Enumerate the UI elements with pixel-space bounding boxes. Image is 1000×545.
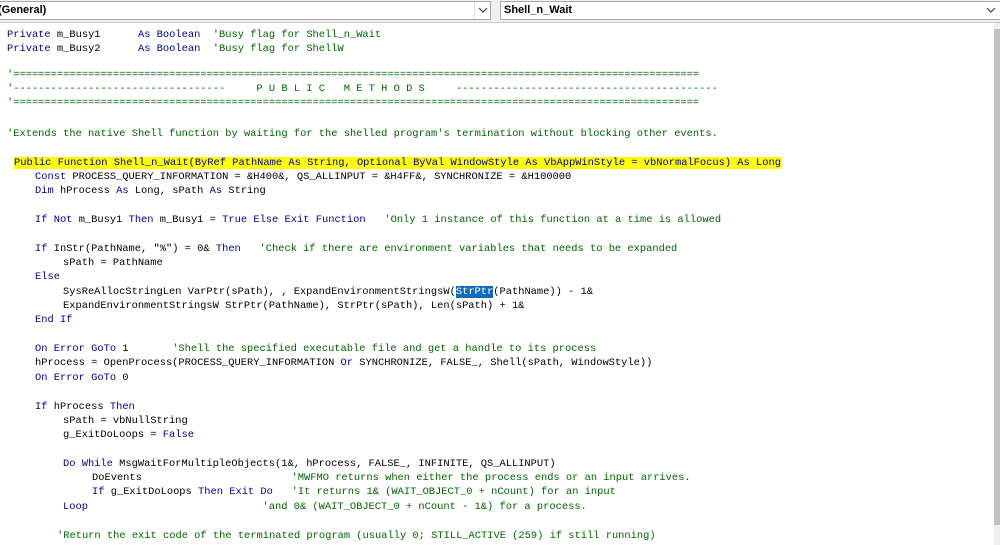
code-line-doevents: DoEvents 'MWFMO returns when either the …	[92, 472, 691, 484]
code-comment-separator: '=======================================…	[7, 97, 700, 109]
code-line-busy1-declaration: Private m_Busy1 As Boolean 'Busy flag fo…	[7, 29, 382, 41]
chevron-down-icon[interactable]	[983, 2, 999, 19]
code-line-on-error-1: On Error GoTo 1 'Shell the specified exe…	[35, 343, 597, 355]
code-line-on-error-0: On Error GoTo 0	[35, 372, 129, 384]
code-line-exit-do: If g_ExitDoLoops Then Exit Do 'It return…	[92, 486, 616, 498]
code-line-exit-flag: g_ExitDoLoops = False	[63, 429, 194, 441]
code-comment-separator: '=======================================…	[7, 69, 700, 81]
procedure-dropdown[interactable]: Shell_n_Wait	[500, 1, 1000, 20]
code-line-function-declaration: Public Function Shell_n_Wait(ByRef PathN…	[14, 156, 781, 170]
code-line-busy2-declaration: Private m_Busy2 As Boolean 'Busy flag fo…	[7, 43, 344, 55]
object-dropdown-value: (General)	[0, 4, 47, 16]
code-line-else: Else	[35, 271, 60, 283]
code-comment-function-description: 'Extends the native Shell function by wa…	[7, 128, 718, 140]
code-line-if-hprocess: If hProcess Then	[35, 401, 135, 413]
code-line-busy-check: If Not m_Busy1 Then m_Busy1 = True Else …	[35, 214, 722, 226]
code-line-loop: Loop 'and 0& (WAIT_OBJECT_0 + nCount - 1…	[63, 501, 587, 513]
object-dropdown[interactable]: (General)	[0, 1, 491, 20]
execution-highlight: Public Function Shell_n_Wait(ByRef PathN…	[14, 157, 781, 169]
code-line-open-process: hProcess = OpenProcess(PROCESS_QUERY_INF…	[35, 357, 653, 369]
scrollbar-thumb[interactable]	[994, 29, 1000, 525]
code-line-end-if: End If	[35, 314, 73, 326]
procedure-dropdown-value: Shell_n_Wait	[504, 4, 573, 16]
code-line-dim: Dim hProcess As Long, sPath As String	[35, 185, 266, 197]
code-line-expand-env: ExpandEnvironmentStringsW StrPtr(PathNam…	[63, 300, 525, 312]
code-comment-return-exit-code: 'Return the exit code of the terminated …	[57, 530, 656, 542]
code-editor[interactable]: Private m_Busy1 As Boolean 'Busy flag fo…	[0, 23, 994, 545]
code-line-spath-assign: sPath = PathName	[63, 257, 163, 269]
code-comment-section-header: '---------------------------------- P U …	[7, 83, 718, 95]
code-line-const: Const PROCESS_QUERY_INFORMATION = &H400&…	[35, 171, 572, 183]
code-line-instr-check: If InStr(PathName, "%") = 0& Then 'Check…	[35, 243, 678, 255]
code-line-do-while: Do While MsgWaitForMultipleObjects(1&, h…	[63, 458, 556, 470]
chevron-down-icon[interactable]	[474, 2, 490, 19]
code-line-spath-null: sPath = vbNullString	[63, 415, 188, 427]
text-selection[interactable]: StrPtr	[455, 286, 494, 298]
code-line-sysrealloc: SysReAllocStringLen VarPtr(sPath), , Exp…	[63, 286, 594, 298]
code-window-toolbar: (General) Shell_n_Wait	[0, 0, 1000, 23]
vertical-scrollbar[interactable]	[994, 23, 1000, 545]
